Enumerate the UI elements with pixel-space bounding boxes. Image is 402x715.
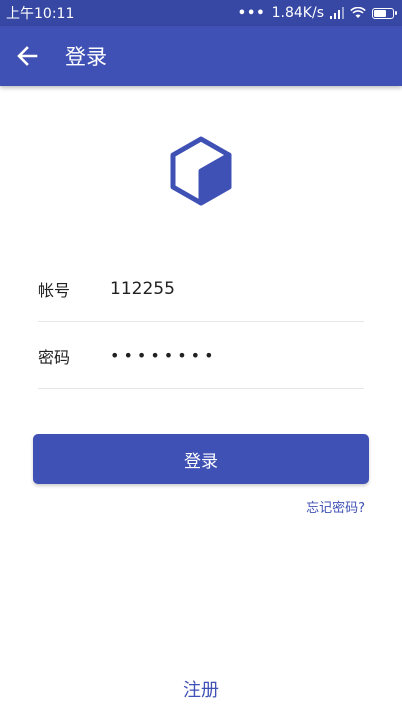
account-input[interactable]: 112255 [110,279,175,299]
back-arrow-icon [17,46,38,66]
page-title: 登录 [65,45,107,69]
password-label: 密码 [38,347,71,367]
battery-icon [372,7,397,19]
login-screen: 上午10:11 ••• 1.84K/s 登录 帐号 112255 密码 ••••… [0,0,402,715]
password-input[interactable]: •••••••• [110,346,218,365]
signal-icon [330,7,344,19]
back-button[interactable] [13,42,41,70]
login-button[interactable]: 登录 [33,434,369,484]
status-bar: 上午10:11 ••• 1.84K/s [0,0,402,26]
cube-logo-icon [170,136,232,206]
status-time: 上午10:11 [6,6,75,22]
password-row: 密码 •••••••• [38,323,364,389]
forgot-password-link[interactable]: 忘记密码? [306,497,365,516]
more-dots-icon: ••• [237,5,266,21]
network-speed: 1.84K/s [271,5,324,21]
app-bar: 登录 [0,26,402,86]
account-label: 帐号 [38,280,71,300]
status-icons: ••• 1.84K/s [237,5,397,21]
wifi-icon [350,7,366,18]
account-row: 帐号 112255 [38,256,364,322]
register-link[interactable]: 注册 [0,676,402,702]
